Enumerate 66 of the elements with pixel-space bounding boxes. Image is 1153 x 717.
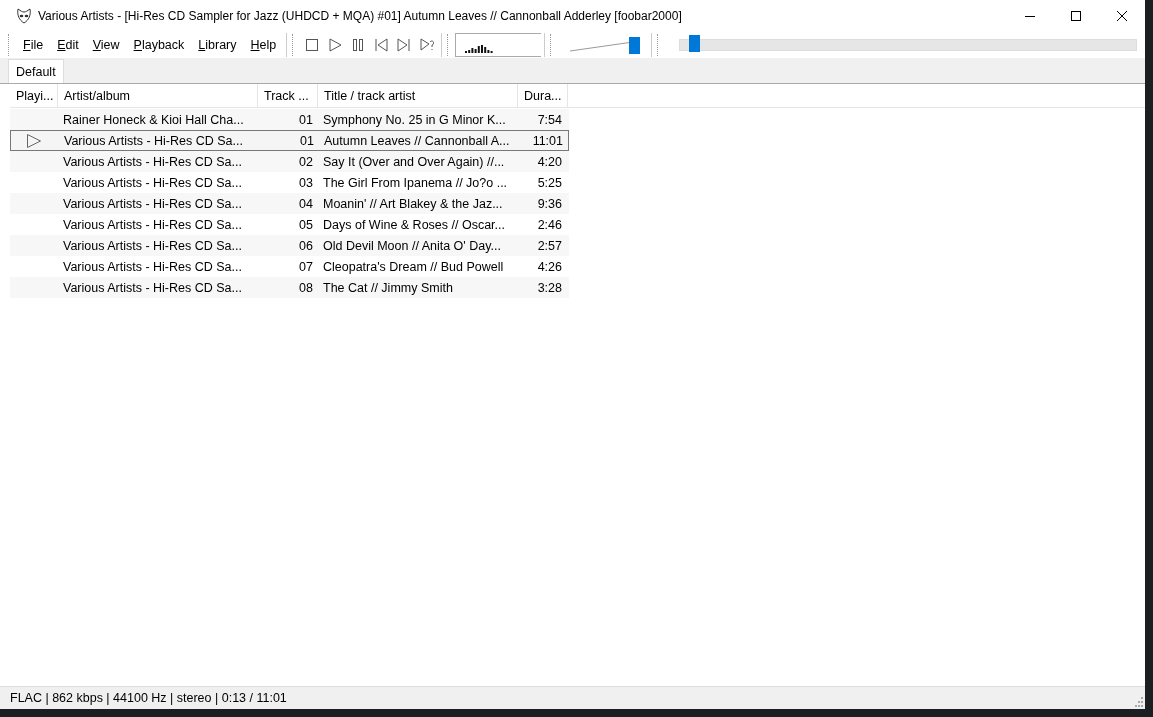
menu-item[interactable]: Help bbox=[243, 36, 284, 54]
table-cell-text: 7:54 bbox=[536, 111, 563, 129]
table-cell-text: 2:57 bbox=[536, 237, 563, 255]
table-cell-text: Various Artists - Hi-Res CD Sa... bbox=[63, 132, 244, 150]
table-cell-text: 04 bbox=[298, 195, 314, 213]
column-header[interactable]: Dura... bbox=[518, 84, 568, 107]
table-cell-text: Moanin' // Art Blakey & the Jaz... bbox=[322, 195, 504, 213]
seek-thumb[interactable] bbox=[689, 35, 701, 52]
playlist-row[interactable]: Various Artists - Hi-Res CD Sa... 01 Autumn Leaves // Cannonball A... 11:01 bbox=[10, 130, 569, 151]
table-cell-text: Various Artists - Hi-Res CD Sa... bbox=[62, 258, 243, 276]
table-cell-text: Rainer Honeck & Kioi Hall Cha... bbox=[62, 111, 245, 129]
playlist-row[interactable]: Various Artists - Hi-Res CD Sa... 03 The Girl From Ipanema // Jo?o ... 5:25 bbox=[10, 172, 569, 193]
table-cell-text: 3:28 bbox=[536, 279, 563, 297]
playlist-row[interactable]: Various Artists - Hi-Res CD Sa... 06 Old Devil Moon // Anita O' Day... 2:57 bbox=[10, 235, 569, 256]
table-cell-text: Autumn Leaves // Cannonball A... bbox=[323, 132, 511, 150]
playlist-row[interactable]: Various Artists - Hi-Res CD Sa... 02 Say It (Over and Over Again) //... 4:20 bbox=[10, 151, 569, 172]
table-cell-text: 5:25 bbox=[536, 174, 563, 192]
table-cell-text: 07 bbox=[298, 258, 314, 276]
column-header[interactable]: Artist/album bbox=[58, 84, 258, 107]
table-cell-text: Symphony No. 25 in G Minor K... bbox=[322, 111, 507, 129]
playlist-row[interactable]: Various Artists - Hi-Res CD Sa... 07 Cleopatra's Dream // Bud Powell 4:26 bbox=[10, 256, 569, 277]
playlist-row[interactable]: Various Artists - Hi-Res CD Sa... 08 The Cat // Jimmy Smith 3:28 bbox=[10, 277, 569, 298]
playlist-row[interactable]: Various Artists - Hi-Res CD Sa... 04 Moanin' // Art Blakey & the Jaz... 9:36 bbox=[10, 193, 569, 214]
table-cell-text: 03 bbox=[298, 174, 314, 192]
table-cell-text: 4:26 bbox=[536, 258, 563, 276]
table-cell-text: Various Artists - Hi-Res CD Sa... bbox=[62, 237, 243, 255]
table-cell-text: 08 bbox=[298, 279, 314, 297]
table-cell-text: 01 bbox=[298, 111, 314, 129]
column-header[interactable]: Title / track artist bbox=[318, 84, 518, 107]
menu-item[interactable]: Library bbox=[191, 36, 244, 54]
table-cell-text: The Cat // Jimmy Smith bbox=[322, 279, 454, 297]
table-cell-text: Various Artists - Hi-Res CD Sa... bbox=[62, 153, 243, 171]
playlist-tab[interactable]: Default bbox=[8, 59, 64, 83]
menu-item[interactable]: View bbox=[85, 36, 127, 54]
resize-grip-icon[interactable] bbox=[1133, 697, 1143, 707]
menu-item[interactable]: File bbox=[16, 36, 51, 54]
slider-thumb[interactable] bbox=[629, 37, 641, 54]
table-cell-text: Old Devil Moon // Anita O' Day... bbox=[322, 237, 502, 255]
table-cell-text: 01 bbox=[299, 132, 315, 150]
table-cell-text: Various Artists - Hi-Res CD Sa... bbox=[62, 195, 243, 213]
table-cell-text: Various Artists - Hi-Res CD Sa... bbox=[62, 279, 243, 297]
table-cell-text: Various Artists - Hi-Res CD Sa... bbox=[62, 216, 243, 234]
table-cell-text: Say It (Over and Over Again) //... bbox=[322, 153, 506, 171]
table-cell-text: 11:01 bbox=[531, 132, 564, 150]
table-cell-text: Cleopatra's Dream // Bud Powell bbox=[322, 258, 505, 276]
status-text: FLAC | 862 kbps | 44100 Hz | stereo | 0:13 / 11:01 bbox=[10, 691, 287, 705]
playlist-row[interactable]: Various Artists - Hi-Res CD Sa... 05 Days of Wine & Roses // Oscar... 2:46 bbox=[10, 214, 569, 235]
column-header[interactable]: Track ... bbox=[258, 84, 318, 107]
table-cell-text: 06 bbox=[298, 237, 314, 255]
menu-item[interactable]: Edit bbox=[50, 36, 86, 54]
table-cell-text: 02 bbox=[298, 153, 314, 171]
column-header[interactable]: Playi... bbox=[10, 84, 58, 107]
table-cell-text: 05 bbox=[298, 216, 314, 234]
table-cell-text: The Girl From Ipanema // Jo?o ... bbox=[322, 174, 509, 192]
maximize-icon[interactable] bbox=[1070, 10, 1082, 22]
app-icon bbox=[16, 8, 32, 24]
table-cell-text: 4:20 bbox=[536, 153, 563, 171]
table-cell-text: 2:46 bbox=[536, 216, 563, 234]
table-cell-text: Various Artists - Hi-Res CD Sa... bbox=[62, 174, 243, 192]
menu-item[interactable]: Playback bbox=[126, 36, 192, 54]
playlist-row[interactable]: Rainer Honeck & Kioi Hall Cha... 01 Symphony No. 25 in G Minor K... 7:54 bbox=[10, 109, 569, 130]
spectrum-bars bbox=[465, 45, 494, 53]
table-cell-text: 9:36 bbox=[536, 195, 563, 213]
close-icon[interactable] bbox=[1116, 10, 1128, 22]
table-cell-text: Days of Wine & Roses // Oscar... bbox=[322, 216, 506, 234]
window-title: Various Artists - [Hi-Res CD Sampler for Jazz (UHDCD + MQA) #01] Autumn Leaves // Cannonball Adderley [foobar2000] bbox=[38, 9, 683, 23]
